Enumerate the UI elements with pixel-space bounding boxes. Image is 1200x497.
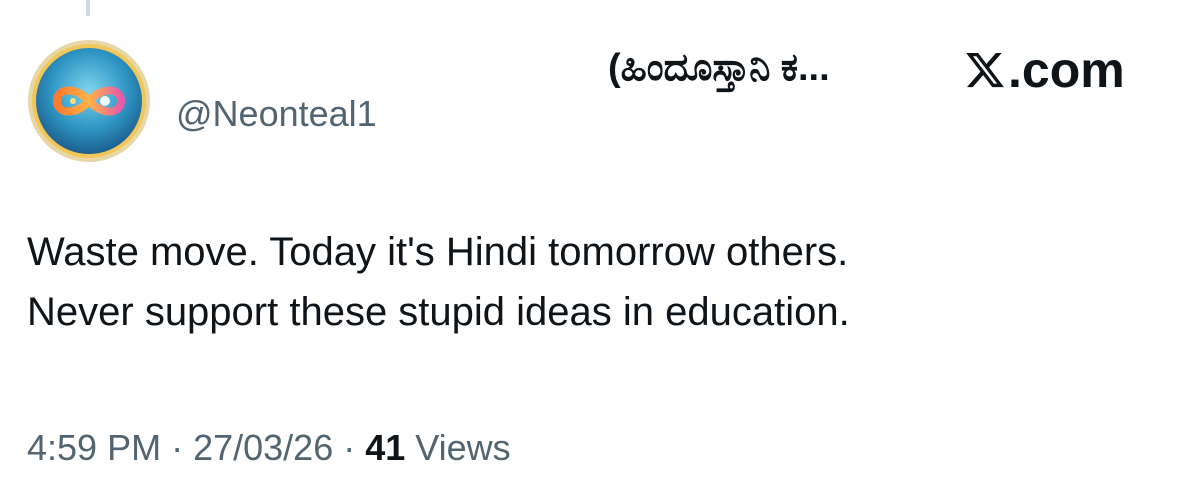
views-label: Views — [405, 427, 511, 468]
meta-separator: · — [161, 427, 194, 468]
author-display-name[interactable]: (ಹಿಂದೂಸ್ತಾನಿ ಕ... — [608, 47, 830, 90]
site-badge: .com — [964, 42, 1125, 98]
site-domain-label: .com — [1008, 42, 1125, 98]
post-text-line: Waste move. Today it's Hindi tomorrow ot… — [27, 230, 849, 274]
avatar[interactable] — [27, 39, 151, 163]
post-text: Waste move. Today it's Hindi tomorrow ot… — [27, 222, 1167, 342]
x-logo-icon — [966, 52, 1004, 88]
post-metadata: 4:59 PM · 27/03/26 · 41 Views — [27, 428, 511, 468]
post-time[interactable]: 4:59 PM — [27, 427, 161, 468]
thread-connector-line — [86, 0, 90, 16]
post-date[interactable]: 27/03/26 — [193, 427, 333, 468]
post-text-line: Never support these stupid ideas in educ… — [27, 290, 850, 334]
author-handle[interactable]: @Neonteal1 — [176, 96, 377, 132]
views-count: 41 — [365, 427, 406, 468]
meta-separator: · — [333, 427, 366, 468]
